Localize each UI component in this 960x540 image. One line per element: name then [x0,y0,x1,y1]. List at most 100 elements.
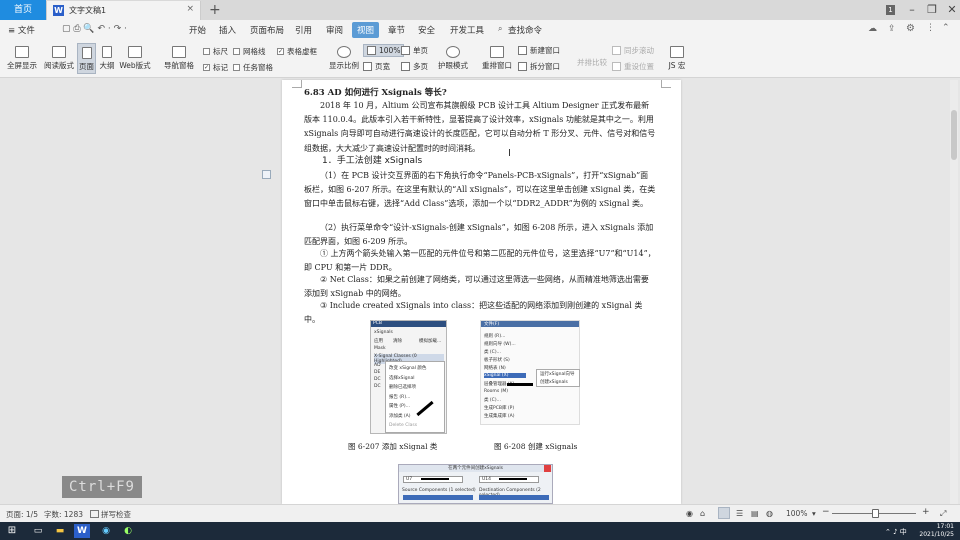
menu-view[interactable]: 视图 [352,22,380,38]
zoom-100-button[interactable]: 100% [363,44,405,57]
menu-insert[interactable]: 插入 [219,24,236,36]
single-page-button[interactable]: 单页 [401,45,428,56]
web-view-icon[interactable]: ◍ [766,509,773,518]
reset-position-icon [612,62,621,71]
wps-writer-taskbar-icon[interactable]: W [74,524,90,538]
ruler-checkbox[interactable]: 标尺 [203,46,228,57]
document-page[interactable]: 6.83 AD 如何进行 Xsignals 等长? 2018 年 10 月，Al… [282,80,681,504]
mark-checkbox[interactable]: ✓ 标记 [203,62,228,73]
menu-item: 文件(F) [484,322,500,327]
toolbar-quick-icons[interactable]: ▢ ⎙ 🔍 ↶ · ↷ · [62,24,127,34]
page-view-icon[interactable] [718,507,730,519]
menu-item: 规则 (R)... [484,334,506,339]
nav-pane-icon [172,46,186,58]
eye-protection-button[interactable]: 护眼模式 [436,46,470,71]
arrow-annotation [499,478,527,480]
arrange-windows-button[interactable]: 重排窗口 [478,46,516,71]
menu-item: 规则向导 (W)... [484,342,516,347]
reset-position-button[interactable]: 重设位置 [612,61,654,72]
multi-page-button[interactable]: 多页 [401,61,428,72]
fullscreen-button[interactable]: 全屏显示 [6,46,38,71]
page-icon [81,47,92,59]
app-icon[interactable]: ◉ [98,524,114,538]
menu-page-layout[interactable]: 页面布局 [250,24,284,36]
checkbox-unchecked-icon [233,64,240,71]
status-bar: 页面: 1/5 字数: 1283 拼写检查 ◉ ⌂ ☰ ▤ ◍ 100% ▾ −… [0,504,960,522]
web-icon [128,46,142,58]
menu-security[interactable]: 安全 [418,24,435,36]
menu-item: 添加类 (A) [389,414,411,419]
new-window-button[interactable]: 新建窗口 [518,45,560,56]
table-frame-checkbox[interactable]: ✓ 表格虚框 [277,46,317,57]
context-menu: 改变 xSignal 颜色 选择xSignal 删除已选择项 报告 (R)...… [385,361,445,433]
paragraph-marker-icon[interactable] [262,170,271,179]
clear-button: 清除 [393,339,402,344]
vertical-scrollbar[interactable] [950,80,958,504]
close-tab-icon[interactable]: × [186,4,194,14]
spell-check-button[interactable]: 拼写检查 [101,509,131,520]
zoom-level[interactable]: 100% [786,509,807,518]
web-layout-button[interactable]: Web版式 [118,46,152,71]
zoom-out-icon[interactable]: − [822,507,830,517]
menu-developer[interactable]: 开发工具 [450,24,484,36]
menu-item: 生成集成库 (A) [484,414,515,419]
document-tab[interactable]: W 文字文稿1 × [46,1,201,20]
zoom-dropdown-icon[interactable]: ▾ [812,509,816,518]
single-page-icon [401,46,410,55]
side-by-side-button[interactable]: 并排比较 [573,57,611,68]
zoom-100-icon [367,46,376,55]
windows-start-icon[interactable]: ⊞ [4,524,20,538]
scrollbar-thumb[interactable] [951,110,957,160]
outline-view-icon[interactable]: ☰ [736,509,743,518]
menu-item: 报告 (R)... [389,395,411,400]
figure-6-208-caption: 图 6-208 创建 xSignals [494,442,578,451]
app-icon[interactable]: ◐ [120,524,136,538]
zoom-button[interactable]: 显示比例 [329,46,359,71]
class-item: AD [374,363,381,368]
js-macro-button[interactable]: JS 宏 [664,46,690,71]
word-count[interactable]: 字数: 1283 [44,509,83,520]
collapse-ribbon-icon[interactable]: ⌃ [942,23,950,33]
window-count-badge[interactable]: 1 [886,5,895,15]
file-menu[interactable]: ≡ 文件 [8,24,35,36]
task-view-icon[interactable]: ▭ [30,524,46,538]
menu-chapter[interactable]: 章节 [388,24,405,36]
track-icon[interactable]: ⌂ [700,509,705,518]
eye-mode-icon[interactable]: ◉ [686,509,693,518]
file-explorer-icon[interactable]: ▬ [52,524,68,538]
zoom-slider-knob[interactable] [872,509,879,518]
checkbox-unchecked-icon [233,48,240,55]
search-command[interactable]: 查找命令 [508,24,542,36]
figure-6-209-create-xsignals-dialog: 在两个元件间创建xSignals U7 U14 Source Component… [398,464,553,504]
outline-button[interactable]: 大纲 [98,46,116,71]
nav-pane-button[interactable]: 导航窗格 [160,46,198,71]
task-pane-checkbox[interactable]: 任务窗格 [233,62,273,73]
close-window-icon[interactable]: ✕ [938,0,960,20]
read-view-icon[interactable]: ▤ [751,509,759,518]
page-indicator[interactable]: 页面: 1/5 [6,509,38,520]
split-window-button[interactable]: 拆分窗口 [518,61,560,72]
menu-review[interactable]: 审阅 [326,24,343,36]
menu-start[interactable]: 开始 [189,24,206,36]
menu-item: 生成PCB库 (P) [484,406,515,411]
settings-icon[interactable]: ⚙ [906,23,915,34]
new-tab-button[interactable]: + [209,1,221,19]
system-clock[interactable]: 17:01 2021/10/25 [919,523,954,539]
reading-layout-button[interactable]: 阅读版式 [42,46,76,71]
cloud-icon[interactable]: ☁ [868,24,877,34]
page-layout-button[interactable]: 页面 [77,43,96,74]
gridlines-checkbox[interactable]: 网格线 [233,46,266,57]
zoom-in-icon[interactable]: + [922,507,930,517]
page-width-button[interactable]: 页宽 [363,61,390,72]
share-icon[interactable]: ⇪ [888,24,896,34]
subheading-manual: 1．手工法创建 xSignals [322,156,423,166]
arrange-windows-icon [490,46,504,58]
fit-window-icon[interactable]: ⤢ [940,509,946,519]
sync-scroll-button[interactable]: 同步滚动 [612,45,654,56]
home-tab[interactable]: 首页 [0,0,46,20]
menu-references[interactable]: 引用 [295,24,312,36]
tray-icons[interactable]: ⌃ ♪ 中 [885,527,907,537]
split-window-icon [518,62,527,71]
more-icon[interactable]: ⋮ [926,23,935,33]
figure-6-208-design-menu: 文件(F) 规则 (R)... 规则向导 (W)... 类 (C)... 板子形… [480,320,580,425]
